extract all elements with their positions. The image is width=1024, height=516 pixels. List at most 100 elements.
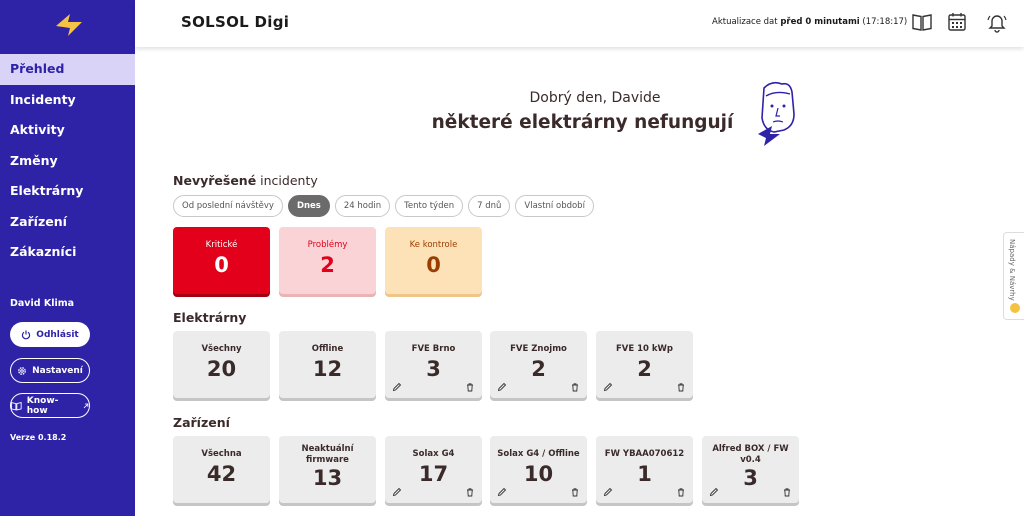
card-value: 1 — [637, 462, 652, 486]
incident-tile-to-check[interactable]: Ke kontrole 0 — [385, 227, 482, 294]
update-relative: před 0 minutami — [780, 17, 860, 27]
devices-section-title: Zařízení — [173, 415, 230, 430]
card-label: Neaktuální firmware — [301, 444, 354, 465]
plant-card-fve-10kwp[interactable]: FVE 10 kWp 2 — [596, 331, 693, 398]
card-value: 42 — [206, 462, 237, 486]
tile-value: 2 — [320, 253, 335, 277]
card-value: 13 — [312, 466, 343, 490]
trash-icon[interactable] — [570, 382, 580, 392]
last-update-info: Aktualizace dat před 0 minutami (17:18:1… — [712, 17, 907, 27]
tile-label: Problémy — [307, 240, 348, 250]
filter-this-week[interactable]: Tento týden — [395, 195, 464, 217]
filter-custom-period[interactable]: Vlastní období — [515, 195, 594, 217]
incidents-title-rest: incidenty — [256, 173, 318, 188]
filter-7-days[interactable]: 7 dnů — [468, 195, 511, 217]
pencil-icon[interactable] — [603, 487, 613, 497]
card-value: 2 — [531, 357, 546, 381]
sidebar-item-incidenty[interactable]: Incidenty — [0, 85, 135, 116]
book-icon — [11, 401, 22, 410]
knowhow-button[interactable]: Know-how — [10, 393, 90, 418]
top-header: SOLSOL Digi Aktualizace dat před 0 minut… — [135, 0, 1024, 47]
power-icon — [22, 330, 31, 339]
app-version: Verze 0.18.2 — [10, 433, 67, 442]
user-name: David Klima — [10, 298, 75, 309]
trash-icon[interactable] — [782, 487, 792, 497]
book-icon[interactable] — [911, 11, 933, 33]
device-card-solax-g4[interactable]: Solax G4 17 — [385, 436, 482, 503]
card-label: Všechna — [201, 449, 242, 459]
card-value: 17 — [418, 462, 449, 486]
lightning-logo-icon[interactable] — [50, 10, 88, 40]
trash-icon[interactable] — [570, 487, 580, 497]
card-label: Všechny — [201, 344, 242, 354]
settings-button[interactable]: Nastavení — [10, 358, 90, 383]
app-title: SOLSOL Digi — [181, 13, 290, 31]
incident-time-filters: Od poslední návštěvy Dnes 24 hodin Tento… — [173, 195, 594, 217]
card-label: FVE Brno — [411, 344, 456, 354]
greeting-subtitle: Dobrý den, Davide — [529, 90, 661, 106]
calendar-icon[interactable] — [946, 11, 968, 33]
pencil-icon[interactable] — [392, 487, 402, 497]
card-value: 12 — [312, 357, 343, 381]
trash-icon[interactable] — [676, 382, 686, 392]
logout-label: Odhlásit — [36, 329, 79, 340]
sidebar: Přehled Incidenty Aktivity Změny Elektrá… — [0, 0, 135, 516]
device-card-alfred-box[interactable]: Alfred BOX / FW v0.4 3 — [702, 436, 799, 503]
filter-today[interactable]: Dnes — [287, 195, 330, 217]
plant-card-all[interactable]: Všechny 20 — [173, 331, 270, 398]
feedback-tab[interactable]: Nápady & Návrhy — [1003, 232, 1024, 320]
trash-icon[interactable] — [465, 487, 475, 497]
sidebar-item-aktivity[interactable]: Aktivity — [0, 115, 135, 146]
pencil-icon[interactable] — [709, 487, 719, 497]
device-card-all[interactable]: Všechna 42 — [173, 436, 270, 503]
card-label: Solax G4 — [412, 449, 455, 459]
plant-card-fve-znojmo[interactable]: FVE Znojmo 2 — [490, 331, 587, 398]
device-card-outdated-firmware[interactable]: Neaktuální firmware 13 — [279, 436, 376, 503]
knowhow-label: Know-how — [26, 395, 59, 416]
trash-icon[interactable] — [465, 382, 475, 392]
tile-value: 0 — [214, 253, 229, 277]
device-card-solax-g4-offline[interactable]: Solax G4 / Offline 10 — [490, 436, 587, 503]
pencil-icon[interactable] — [392, 382, 402, 392]
card-label: Solax G4 / Offline — [497, 449, 580, 459]
card-label: FVE 10 kWp — [615, 344, 674, 354]
plant-card-fve-brno[interactable]: FVE Brno 3 — [385, 331, 482, 398]
greeting-status: některé elektrárny nefungují — [431, 112, 734, 133]
pencil-icon[interactable] — [497, 382, 507, 392]
pencil-icon[interactable] — [497, 487, 507, 497]
card-label: Offline — [311, 344, 344, 354]
tile-value: 0 — [426, 253, 441, 277]
feedback-label: Nápady & Návrhy — [1008, 239, 1016, 301]
incidents-section-title: Nevyřešené incidenty — [173, 173, 318, 188]
device-card-fw-ybaa070612[interactable]: FW YBAA070612 1 — [596, 436, 693, 503]
bell-icon[interactable] — [986, 11, 1008, 33]
pencil-icon[interactable] — [603, 382, 613, 392]
lightbulb-icon — [1010, 303, 1020, 313]
main-nav: Přehled Incidenty Aktivity Změny Elektrá… — [0, 54, 135, 268]
sidebar-item-zakaznici[interactable]: Zákazníci — [0, 237, 135, 268]
sidebar-item-elektrarny[interactable]: Elektrárny — [0, 176, 135, 207]
card-value: 3 — [426, 357, 441, 381]
settings-label: Nastavení — [32, 365, 83, 376]
filter-24-hours[interactable]: 24 hodin — [334, 195, 391, 217]
plant-card-offline[interactable]: Offline 12 — [279, 331, 376, 398]
logout-button[interactable]: Odhlásit — [10, 322, 90, 347]
update-time: (17:18:17) — [859, 17, 908, 27]
gear-icon — [18, 366, 26, 375]
card-value: 10 — [523, 462, 554, 486]
card-label: FW YBAA070612 — [604, 449, 685, 459]
filter-since-last-visit[interactable]: Od poslední návštěvy — [173, 195, 283, 217]
update-prefix: Aktualizace dat — [712, 17, 781, 27]
external-link-icon — [83, 403, 89, 408]
incidents-title-bold: Nevyřešené — [173, 173, 257, 188]
mascot-face-icon — [758, 81, 795, 146]
sidebar-item-zarizeni[interactable]: Zařízení — [0, 207, 135, 238]
incident-tile-critical[interactable]: Kritické 0 — [173, 227, 270, 294]
incident-tile-problems[interactable]: Problémy 2 — [279, 227, 376, 294]
card-value: 20 — [206, 357, 237, 381]
tile-label: Ke kontrole — [409, 240, 458, 250]
sidebar-item-prehled[interactable]: Přehled — [0, 54, 135, 85]
trash-icon[interactable] — [676, 487, 686, 497]
plants-section-title: Elektrárny — [173, 310, 247, 325]
sidebar-item-zmeny[interactable]: Změny — [0, 146, 135, 177]
